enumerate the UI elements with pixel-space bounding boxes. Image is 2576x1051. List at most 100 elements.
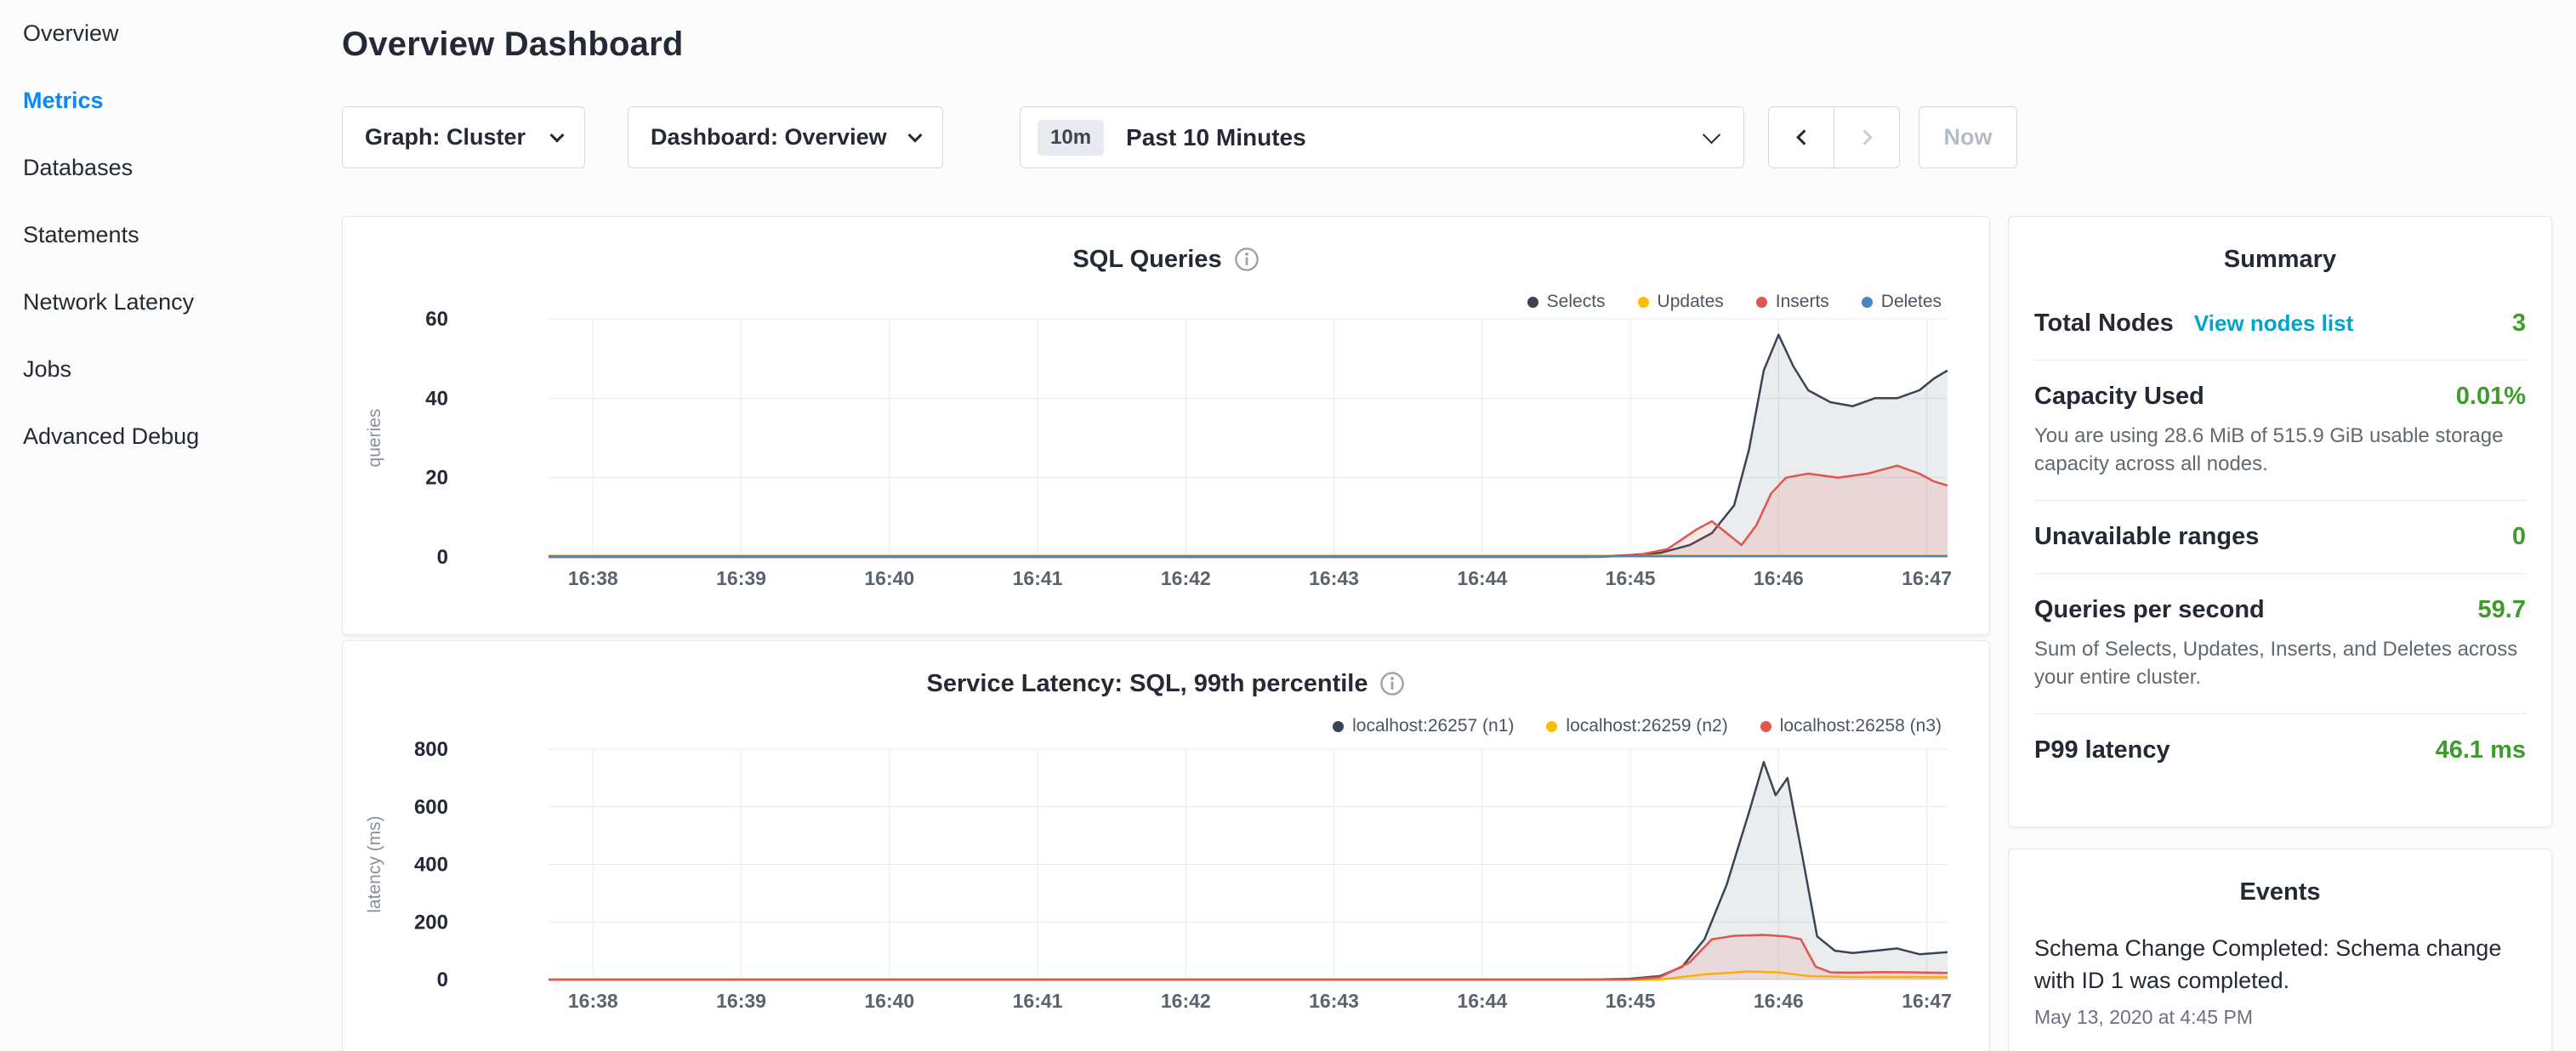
svg-text:16:45: 16:45 [1606, 567, 1656, 589]
sidebar-item-overview[interactable]: Overview [23, 0, 342, 67]
svg-text:0: 0 [437, 546, 448, 569]
svg-text:600: 600 [414, 796, 448, 819]
sidebar-item-advanced-debug[interactable]: Advanced Debug [23, 403, 342, 470]
sidebar-item-databases[interactable]: Databases [23, 134, 342, 202]
summary-label-group: Total Nodes View nodes list [2034, 310, 2353, 338]
chevron-down-icon [908, 128, 923, 142]
svg-text:16:44: 16:44 [1457, 567, 1507, 589]
legend-item[interactable]: localhost:26259 (n2) [1546, 716, 1727, 736]
svg-text:16:39: 16:39 [716, 990, 766, 1012]
svg-text:16:38: 16:38 [568, 990, 618, 1012]
chevron-right-icon [1857, 129, 1872, 145]
svg-text:16:43: 16:43 [1309, 567, 1359, 589]
svg-text:16:46: 16:46 [1754, 990, 1804, 1012]
chevron-down-icon [550, 128, 565, 142]
sql-queries-panel: SQL Queries Selects Updates Inserts Deletes… [342, 216, 1990, 635]
right-column: Summary Total Nodes View nodes list 3 Ca… [2008, 216, 2552, 1051]
summary-value: 0.01% [2456, 383, 2526, 411]
svg-text:16:47: 16:47 [1902, 567, 1952, 589]
svg-text:16:40: 16:40 [864, 567, 914, 589]
legend-item[interactable]: Selects [1527, 292, 1606, 312]
event-timestamp: May 13, 2020 at 4:45 PM [2034, 1006, 2526, 1029]
svg-text:60: 60 [425, 308, 448, 331]
graph-dropdown-label: Graph: Cluster [365, 124, 526, 151]
chart-legend: localhost:26257 (n1) localhost:26259 (n2)… [1333, 716, 1942, 736]
svg-text:16:40: 16:40 [864, 990, 914, 1012]
page-title: Overview Dashboard [342, 26, 2552, 64]
legend-label: Deletes [1881, 292, 1942, 312]
sidebar-item-network-latency[interactable]: Network Latency [23, 269, 342, 336]
sidebar-item-metrics[interactable]: Metrics [23, 67, 342, 134]
content-row: SQL Queries Selects Updates Inserts Deletes… [342, 216, 2552, 1051]
sidebar: Overview Metrics Databases Statements Ne… [0, 0, 342, 470]
chart-canvas: 0 20 40 60 16:38 16:39 16:40 16:41 16:42 16:43 16:… [343, 217, 1989, 634]
svg-text:16:41: 16:41 [1013, 990, 1063, 1012]
legend-dot-icon [1756, 297, 1767, 308]
chevron-down-icon [1703, 126, 1720, 144]
info-icon[interactable] [1234, 247, 1260, 279]
legend-item[interactable]: Inserts [1756, 292, 1829, 312]
svg-text:40: 40 [425, 387, 448, 410]
summary-label: Total Nodes [2034, 310, 2174, 337]
svg-text:16:39: 16:39 [716, 567, 766, 589]
summary-row-total-nodes: Total Nodes View nodes list 3 [2034, 287, 2526, 361]
summary-label: Queries per second [2034, 596, 2265, 624]
summary-value: 0 [2512, 523, 2526, 551]
chart-title: SQL Queries [343, 246, 1989, 279]
summary-value: 3 [2512, 310, 2526, 338]
svg-text:800: 800 [414, 738, 448, 761]
summary-label: P99 latency [2034, 736, 2170, 764]
summary-value: 46.1 ms [2436, 736, 2526, 764]
svg-text:16:42: 16:42 [1161, 567, 1211, 589]
legend-dot-icon [1760, 721, 1771, 732]
sidebar-item-jobs[interactable]: Jobs [23, 336, 342, 403]
svg-text:16:42: 16:42 [1161, 990, 1211, 1012]
summary-row-unavailable-ranges: Unavailable ranges 0 [2034, 501, 2526, 574]
legend-label: Inserts [1776, 292, 1829, 312]
legend-label: Updates [1658, 292, 1724, 312]
legend-label: localhost:26257 (n1) [1352, 716, 1514, 736]
summary-value: 59.7 [2478, 596, 2526, 624]
sql-queries-chart[interactable]: 0 20 40 60 16:38 16:39 16:40 16:41 16:42 16:43 16:… [343, 217, 1989, 634]
legend-dot-icon [1638, 297, 1649, 308]
info-icon[interactable] [1379, 671, 1405, 703]
time-range-label: Past 10 Minutes [1126, 124, 1705, 151]
dashboard-dropdown[interactable]: Dashboard: Overview [628, 106, 943, 168]
graph-dropdown[interactable]: Graph: Cluster [342, 106, 585, 168]
summary-row-queries-per-second: Queries per second 59.7 Sum of Selects, … [2034, 574, 2526, 714]
chevron-left-icon [1796, 129, 1811, 145]
legend-item[interactable]: Deletes [1862, 292, 1942, 312]
dashboard-dropdown-label: Dashboard: Overview [651, 124, 887, 151]
svg-text:16:46: 16:46 [1754, 567, 1804, 589]
summary-label: Capacity Used [2034, 383, 2204, 411]
svg-text:latency (ms): latency (ms) [365, 815, 384, 912]
event-list-item[interactable]: Schema Change Completed: Schema change w… [2034, 932, 2526, 1029]
legend-label: Selects [1547, 292, 1606, 312]
chart-title: Service Latency: SQL, 99th percentile [343, 670, 1989, 703]
view-nodes-list-link[interactable]: View nodes list [2194, 310, 2353, 336]
time-range-badge: 10m [1038, 120, 1104, 156]
svg-text:16:38: 16:38 [568, 567, 618, 589]
time-step-back-button[interactable] [1768, 106, 1834, 168]
svg-text:16:43: 16:43 [1309, 990, 1359, 1012]
svg-text:16:45: 16:45 [1606, 990, 1656, 1012]
legend-item[interactable]: Updates [1638, 292, 1724, 312]
now-button[interactable]: Now [1919, 106, 2017, 168]
legend-dot-icon [1333, 721, 1344, 732]
charts-column: SQL Queries Selects Updates Inserts Deletes… [342, 216, 1990, 1051]
chart-title-text: Service Latency: SQL, 99th percentile [927, 670, 1368, 697]
svg-text:400: 400 [414, 854, 448, 877]
time-range-selector[interactable]: 10m Past 10 Minutes [1020, 106, 1744, 168]
svg-text:16:47: 16:47 [1902, 990, 1952, 1012]
summary-row-p99-latency: P99 latency 46.1 ms [2034, 714, 2526, 787]
sidebar-item-statements[interactable]: Statements [23, 202, 342, 269]
legend-item[interactable]: localhost:26257 (n1) [1333, 716, 1514, 736]
legend-item[interactable]: localhost:26258 (n3) [1760, 716, 1942, 736]
summary-label: Unavailable ranges [2034, 523, 2259, 551]
svg-text:20: 20 [425, 467, 448, 490]
svg-text:16:41: 16:41 [1013, 567, 1063, 589]
time-step-forward-button[interactable] [1834, 106, 1900, 168]
events-panel: Events Schema Change Completed: Schema c… [2008, 849, 2552, 1051]
legend-dot-icon [1862, 297, 1873, 308]
legend-dot-icon [1527, 297, 1538, 308]
